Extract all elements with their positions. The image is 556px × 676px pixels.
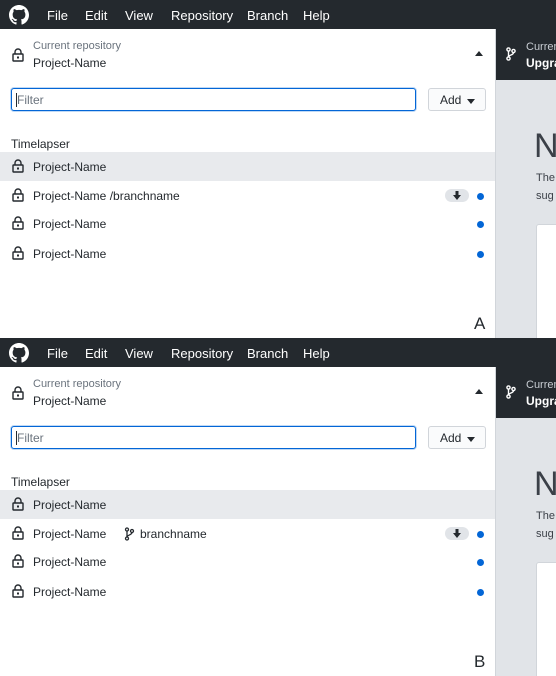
git-branch-icon xyxy=(506,385,516,399)
repo-list-item[interactable]: Project-Name xyxy=(0,239,495,268)
chevron-down-icon xyxy=(467,437,475,442)
branch-name: branchname xyxy=(140,527,207,541)
background-text-line-2: sug xyxy=(536,528,554,540)
menu-file[interactable]: File xyxy=(47,346,68,361)
chevron-down-icon xyxy=(467,99,475,104)
filter-input[interactable]: Filter xyxy=(11,426,416,449)
lock-icon xyxy=(12,48,24,62)
repo-list-item[interactable]: Project-Name xyxy=(0,490,495,519)
repo-list-item[interactable]: Project-Name xyxy=(0,209,495,238)
add-button[interactable]: Add xyxy=(428,88,486,111)
current-branch-toolbar[interactable]: Curren Upgra xyxy=(496,367,556,418)
current-repository-label: Current repository xyxy=(33,378,122,390)
changes-indicator-dot xyxy=(477,531,484,538)
background-text-line-1: The xyxy=(536,172,555,184)
changes-indicator-dot xyxy=(477,251,484,258)
menu-help[interactable]: Help xyxy=(303,346,330,361)
menu-bar: File Edit View Repository Branch Help xyxy=(0,0,556,29)
repo-name: Project-Name xyxy=(33,247,107,261)
menu-view[interactable]: View xyxy=(125,346,153,361)
add-button-label: Add xyxy=(440,431,462,445)
menu-repository[interactable]: Repository xyxy=(171,346,233,361)
background-card xyxy=(536,224,556,338)
repo-name: Project-Name xyxy=(33,217,107,231)
toolbar-branch-name: Upgra xyxy=(526,394,556,408)
behind-badge xyxy=(445,527,469,540)
repo-name: Project-Name xyxy=(33,585,107,599)
github-logo-icon xyxy=(9,5,29,25)
changes-indicator-dot xyxy=(477,221,484,228)
lock-icon xyxy=(12,554,24,568)
filter-placeholder: Filter xyxy=(17,93,44,107)
toolbar-current-label: Curren xyxy=(526,379,556,391)
lock-icon xyxy=(12,216,24,230)
menu-branch[interactable]: Branch xyxy=(247,346,288,361)
lock-icon xyxy=(12,497,24,511)
background-heading: N xyxy=(534,465,556,503)
panel-label: A xyxy=(474,314,486,333)
repository-dropdown: Current repository Project-Name Filter A… xyxy=(0,29,496,338)
menu-repository[interactable]: Repository xyxy=(171,8,233,23)
repo-name: Project-Name xyxy=(33,498,107,512)
changes-indicator-dot xyxy=(477,193,484,200)
menu-edit[interactable]: Edit xyxy=(85,8,107,23)
background-text-line-2: sug xyxy=(536,190,554,202)
behind-badge xyxy=(445,189,469,202)
repo-list-item[interactable]: Project-Name xyxy=(0,547,495,576)
menu-bar: File Edit View Repository Branch Help xyxy=(0,338,556,367)
add-button[interactable]: Add xyxy=(428,426,486,449)
lock-icon xyxy=(12,188,24,202)
menu-help[interactable]: Help xyxy=(303,8,330,23)
toolbar-current-label: Curren xyxy=(526,41,556,53)
arrow-down-icon xyxy=(453,191,461,200)
group-header: Timelapser xyxy=(11,137,70,151)
changes-indicator-dot xyxy=(477,559,484,566)
background-text-line-1: The xyxy=(536,510,555,522)
lock-icon xyxy=(12,246,24,260)
lock-icon xyxy=(12,159,24,173)
lock-icon xyxy=(12,584,24,598)
menu-edit[interactable]: Edit xyxy=(85,346,107,361)
arrow-down-icon xyxy=(453,529,461,538)
lock-icon xyxy=(12,386,24,400)
background-heading: N xyxy=(534,127,556,165)
main-content-background: Curren Upgra N The sug xyxy=(496,29,556,338)
menu-view[interactable]: View xyxy=(125,8,153,23)
repo-list-item[interactable]: Project-Name xyxy=(0,577,495,606)
repo-list-item[interactable]: Project-Name xyxy=(0,152,495,181)
repository-dropdown: Current repository Project-Name Filter A… xyxy=(0,367,496,676)
repo-list-item[interactable]: Project-Name branchname xyxy=(0,519,495,548)
lock-icon xyxy=(12,526,24,540)
add-button-label: Add xyxy=(440,93,462,107)
current-branch-toolbar[interactable]: Curren Upgra xyxy=(496,29,556,80)
toolbar-branch-name: Upgra xyxy=(526,56,556,70)
menu-branch[interactable]: Branch xyxy=(247,8,288,23)
repo-name: Project-Name xyxy=(33,527,107,541)
collapse-caret-icon[interactable] xyxy=(475,51,483,56)
repo-name: Project-Name xyxy=(33,555,107,569)
main-content-background: Curren Upgra N The sug xyxy=(496,367,556,676)
repo-name: Project-Name xyxy=(33,160,107,174)
current-repository-name[interactable]: Project-Name xyxy=(33,394,106,408)
current-repository-name[interactable]: Project-Name xyxy=(33,56,106,70)
changes-indicator-dot xyxy=(477,589,484,596)
screenshot-panel-a: File Edit View Repository Branch Help Cu… xyxy=(0,0,556,338)
filter-input[interactable]: Filter xyxy=(11,88,416,111)
screenshot-panel-b: File Edit View Repository Branch Help Cu… xyxy=(0,338,556,676)
github-logo-icon xyxy=(9,343,29,363)
repo-list-item[interactable]: Project-Name /branchname xyxy=(0,181,495,210)
git-branch-icon xyxy=(506,47,516,61)
group-header: Timelapser xyxy=(11,475,70,489)
menu-file[interactable]: File xyxy=(47,8,68,23)
collapse-caret-icon[interactable] xyxy=(475,389,483,394)
panel-label: B xyxy=(474,652,486,671)
repo-name: Project-Name /branchname xyxy=(33,189,180,203)
filter-placeholder: Filter xyxy=(17,431,44,445)
background-card xyxy=(536,562,556,676)
current-repository-label: Current repository xyxy=(33,40,122,52)
git-branch-icon xyxy=(124,527,135,541)
